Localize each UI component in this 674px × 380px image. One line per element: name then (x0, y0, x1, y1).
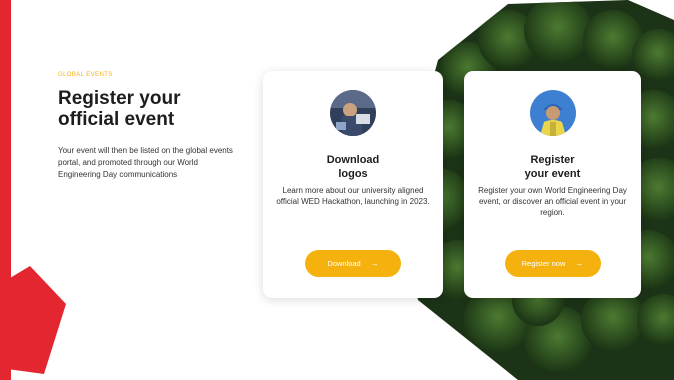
engineer-photo-avatar (529, 90, 576, 136)
register-now-button[interactable]: Register now → (504, 250, 601, 277)
card-title: Download logos (326, 154, 380, 180)
register-event-card: Register your event Register your own Wo… (464, 71, 641, 298)
intro-text: Your event will then be listed on the gl… (58, 146, 233, 179)
card-description: Register your own World Engineering Day … (478, 186, 627, 217)
hackathon-photo-avatar (330, 90, 376, 136)
arrow-right-icon: → (575, 259, 584, 268)
download-logos-card: Download logos Learn more about our univ… (263, 71, 443, 298)
red-pentagon-shape (0, 266, 66, 374)
section-eyebrow: GLOBAL EVENTS (58, 72, 113, 78)
download-button[interactable]: Download → (305, 250, 401, 277)
arrow-right-icon: → (370, 259, 379, 268)
page-title: Register your official event (58, 88, 181, 130)
card-description: Learn more about our university aligned … (276, 186, 430, 206)
card-title: Register your event (524, 154, 581, 180)
